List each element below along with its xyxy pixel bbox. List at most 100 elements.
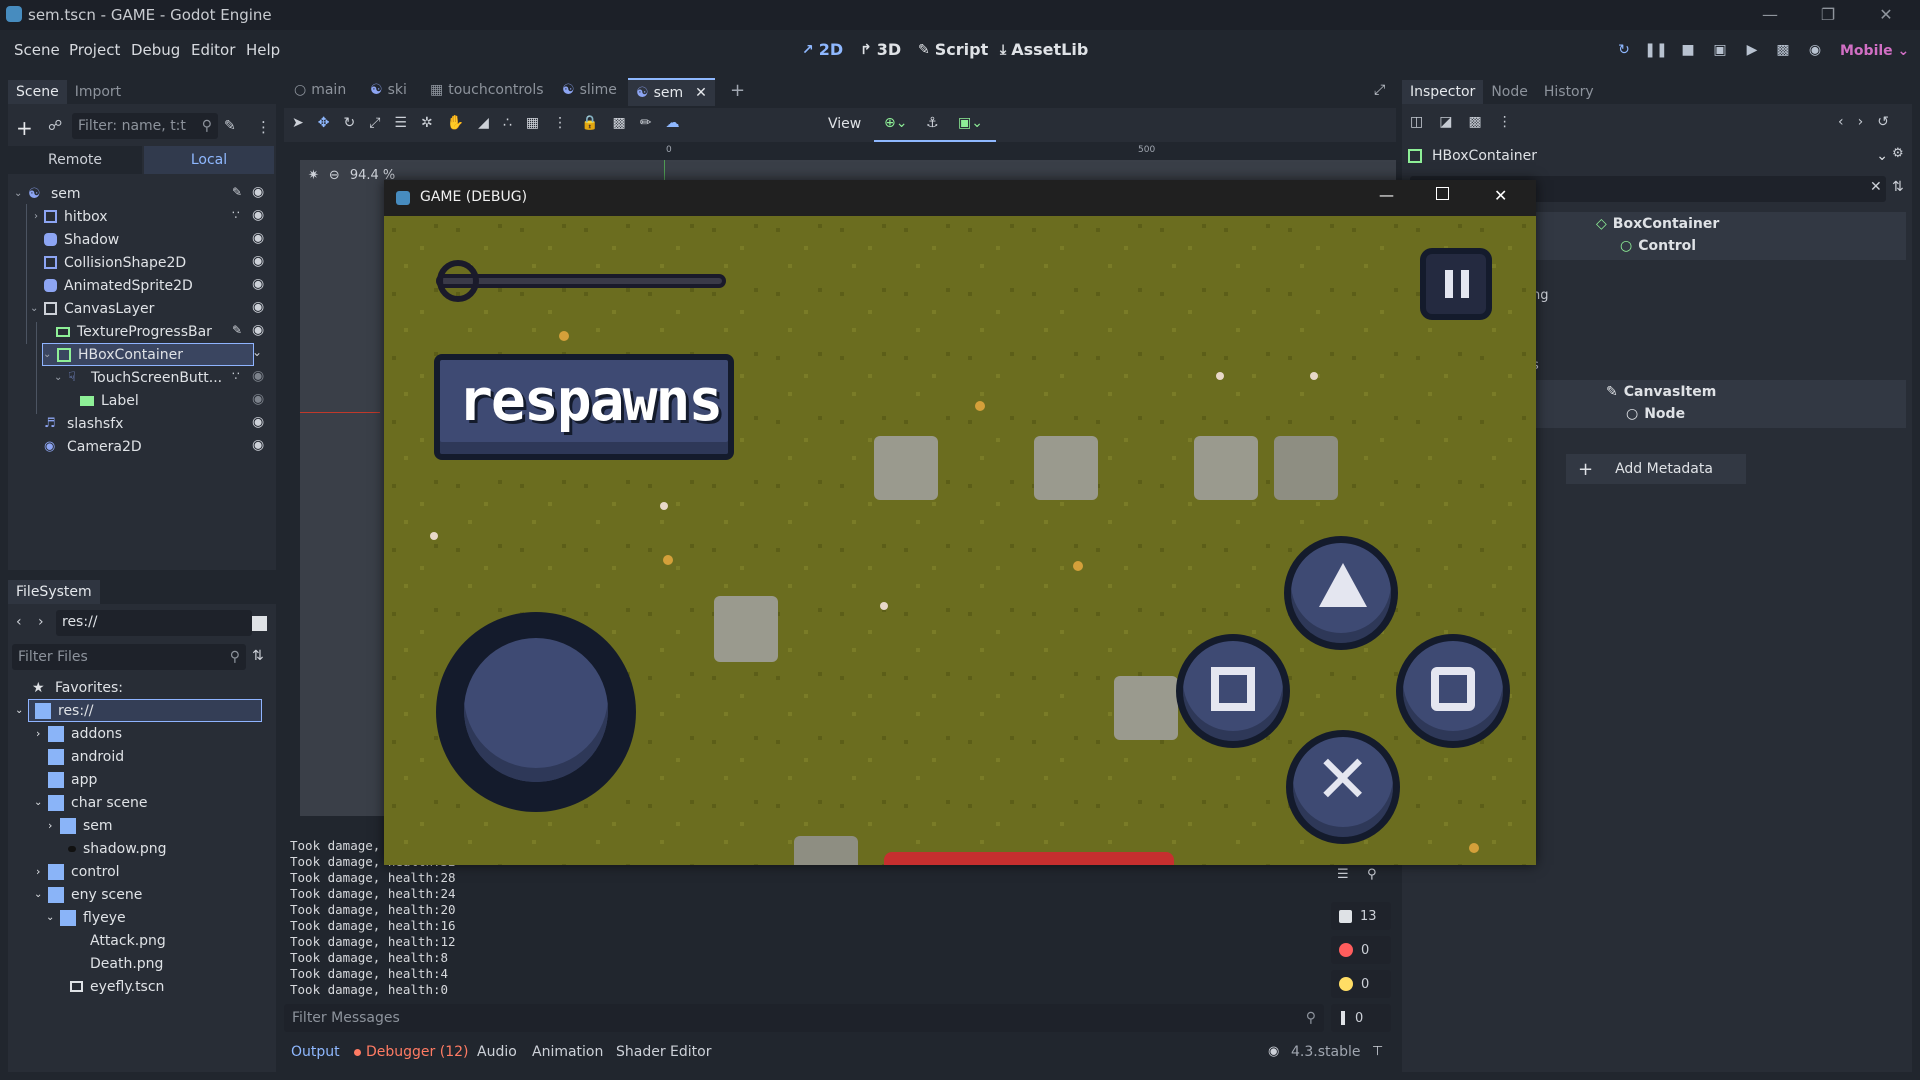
file-item-eyefly-tscn[interactable]: eyefly.tscn (70, 975, 164, 998)
center-view-icon[interactable]: ✷ (308, 168, 319, 183)
file-item-addons[interactable]: › addons (36, 722, 122, 745)
file-item-shadow-png[interactable]: shadow.png (68, 837, 166, 860)
tab-slime[interactable]: ☯ slime (562, 82, 617, 98)
workspace-script-button[interactable]: ✎ Script (918, 40, 988, 59)
node-filter-input[interactable]: Filter: name, t:t ⚲ (72, 113, 218, 139)
group-icon[interactable]: ▩ (613, 115, 626, 131)
maximize-icon[interactable] (1436, 187, 1449, 200)
run-custom-icon[interactable]: ▩ (1770, 37, 1796, 63)
eye-closed-icon[interactable]: ⌄ (252, 345, 262, 359)
tree-node-collisionshape2d[interactable]: CollisionShape2D (44, 251, 274, 274)
close-tab-icon[interactable]: ✕ (695, 85, 707, 101)
tree-node-hboxcontainer[interactable]: ⌄ HBoxContainer (42, 343, 254, 366)
tab-import[interactable]: Import (67, 80, 129, 104)
tab-filesystem[interactable]: FileSystem (8, 580, 100, 604)
grid-snap-icon[interactable]: ▦ (526, 115, 539, 131)
bone-icon[interactable]: ✏ (640, 115, 652, 131)
new-resource-icon[interactable]: ◫ (1410, 114, 1423, 130)
eye-icon[interactable]: ◉ (252, 276, 264, 292)
history-forward-icon[interactable]: › (1858, 114, 1864, 130)
add-node-icon[interactable]: + (16, 116, 33, 140)
tree-node-animatedsprite2d[interactable]: AnimatedSprite2D (44, 274, 274, 297)
add-node-here-icon[interactable]: ⊕⌄ (884, 115, 907, 131)
local-button[interactable]: Local (144, 146, 274, 174)
file-item-app[interactable]: app (48, 768, 97, 791)
menu-help[interactable]: Help (246, 41, 280, 59)
eye-icon[interactable]: ◉ (252, 322, 264, 338)
workspace-3d-button[interactable]: ↱ 3D (860, 40, 901, 59)
renderer-select[interactable]: Mobile ⌄ (1840, 43, 1909, 59)
signal-icon[interactable]: ∵ (232, 208, 240, 222)
square-button-left[interactable] (1176, 634, 1290, 748)
close-icon[interactable]: ✕ (1876, 5, 1896, 25)
sort-icon[interactable]: ⇅ (252, 648, 264, 664)
info-count-toggle[interactable]: 0 (1331, 1004, 1391, 1032)
file-item-flyeye[interactable]: ⌄ flyeye (46, 906, 126, 929)
eye-icon[interactable]: ◉ (252, 368, 264, 384)
eye-icon[interactable]: ◉ (252, 437, 264, 453)
scale-tool-icon[interactable]: ⤢ (369, 115, 380, 131)
bottom-tab-animation[interactable]: Animation (532, 1044, 603, 1060)
script-icon[interactable]: ✎ (232, 323, 242, 337)
error-count-toggle[interactable]: 0 (1331, 936, 1391, 964)
cross-button[interactable]: ✕ (1286, 730, 1400, 844)
circle-button[interactable] (1396, 634, 1510, 748)
tree-node-label[interactable]: Label (80, 389, 274, 412)
run-scene-icon[interactable]: ▶ (1739, 37, 1765, 63)
pan-tool-icon[interactable]: ✋ (447, 115, 464, 131)
pause-button[interactable] (1420, 248, 1492, 320)
path-field[interactable]: res:// (56, 610, 252, 636)
split-view-icon[interactable] (252, 616, 267, 631)
restore-icon[interactable]: ❐ (1818, 5, 1838, 25)
file-item-eny-scene[interactable]: ⌄ eny scene (34, 883, 142, 906)
smart-snap-icon[interactable]: ∴ (503, 115, 512, 131)
clear-filter-icon[interactable]: ✕ (1870, 179, 1882, 195)
tab-scene[interactable]: Scene (8, 80, 67, 104)
triangle-button[interactable] (1284, 536, 1398, 650)
eye-icon[interactable]: ◉ (252, 207, 264, 223)
cloud-icon[interactable]: ☁ (665, 115, 679, 131)
zoom-out-icon[interactable]: ⊖ (329, 168, 340, 183)
warning-count-toggle[interactable]: 0 (1331, 970, 1391, 998)
workspace-2d-button[interactable]: ↗ 2D (802, 40, 843, 59)
container-sizing-icon[interactable]: ▣⌄ (958, 115, 983, 131)
bottom-tab-output[interactable]: Output (291, 1044, 340, 1060)
history-back-icon[interactable]: ‹ (1838, 114, 1844, 130)
bottom-tab-debugger[interactable]: Debugger (12) (354, 1044, 468, 1060)
file-item-control[interactable]: › control (36, 860, 120, 883)
object-history-icon[interactable]: ↺ (1877, 114, 1889, 130)
tab-touchcontrols[interactable]: ▦ touchcontrols (430, 82, 544, 98)
tree-node-shadow[interactable]: Shadow (44, 228, 274, 251)
select-tool-icon[interactable]: ➤ (292, 115, 304, 131)
tab-node[interactable]: Node (1483, 80, 1536, 104)
add-tab-icon[interactable]: + (730, 80, 745, 101)
tree-node-camera2d[interactable]: ◉ Camera2D (44, 435, 274, 458)
menu-debug[interactable]: Debug (131, 41, 180, 59)
eye-icon[interactable]: ◉ (252, 414, 264, 430)
history-back-icon[interactable]: ‹ (16, 614, 22, 630)
lock-icon[interactable]: 🔒 (581, 115, 598, 131)
virtual-joystick[interactable] (436, 612, 636, 812)
pivot-tool-icon[interactable]: ✲ (421, 115, 433, 131)
bottom-tab-audio[interactable]: Audio (477, 1044, 517, 1060)
eye-icon[interactable]: ◉ (252, 230, 264, 246)
file-filter-input[interactable]: Filter Files ⚲ (12, 644, 246, 670)
open-folder-icon[interactable]: ◪ (1439, 114, 1452, 130)
save-icon[interactable]: ▩ (1468, 114, 1481, 130)
tab-main[interactable]: ○ main (294, 82, 346, 98)
list-select-icon[interactable]: ☰ (394, 115, 407, 131)
menu-scene[interactable]: Scene (14, 41, 60, 59)
favorites-row[interactable]: ★ Favorites: (32, 676, 123, 699)
respawn-button[interactable]: respawns (434, 354, 734, 460)
scene-menu-icon[interactable]: ⋮ (256, 118, 271, 136)
search-icon[interactable]: ⚲ (1367, 867, 1377, 882)
workspace-assetlib-button[interactable]: ⤓ AssetLib (1000, 40, 1088, 59)
tree-node-canvaslayer[interactable]: ⌄ CanvasLayer (30, 297, 274, 320)
movie-icon[interactable]: ◉ (1802, 37, 1828, 63)
game-viewport[interactable]: respawns ✕ (384, 216, 1536, 865)
distraction-free-icon[interactable]: ⤢ (1374, 82, 1385, 98)
rotate-tool-icon[interactable]: ↻ (343, 115, 355, 131)
tree-node-touchscreenbutton[interactable]: ⌄ ☟ TouchScreenButt... (54, 366, 244, 389)
minimize-icon[interactable]: — (1760, 5, 1780, 25)
eye-icon[interactable]: ◉ (252, 253, 264, 269)
